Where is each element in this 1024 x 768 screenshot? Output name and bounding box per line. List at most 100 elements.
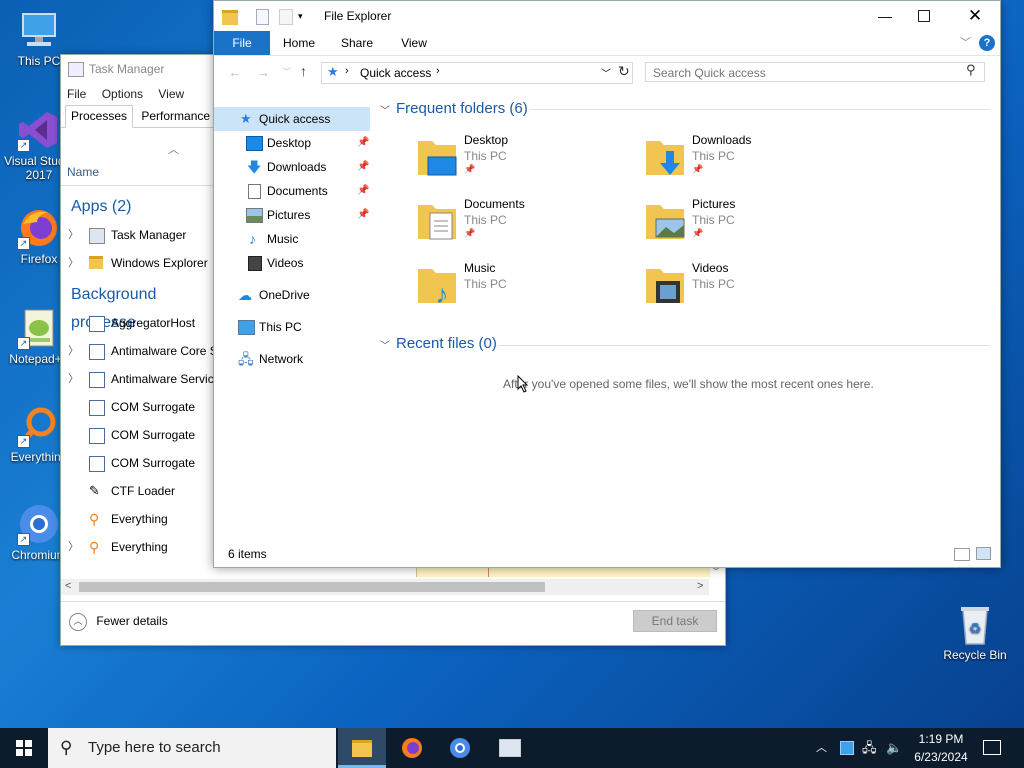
process-row[interactable]: 〉 Antimalware Core S: [61, 337, 221, 365]
details-view-icon[interactable]: [954, 548, 970, 561]
process-row[interactable]: COM Surrogate: [61, 393, 221, 421]
address-bar-row: ← → ﹀ ↑ ★ › Quick access › ﹀ ↻ Search Qu…: [214, 56, 1000, 90]
breadcrumb-quick-access[interactable]: Quick access: [360, 66, 431, 80]
collapse-group-chevron-icon[interactable]: ﹀: [380, 337, 390, 352]
up-arrow-icon[interactable]: ↑: [300, 63, 307, 79]
taskbar-firefox[interactable]: [388, 728, 436, 768]
taskbar-search-box[interactable]: ⚲ Type here to search: [48, 728, 336, 768]
volume-muted-icon[interactable]: 🔈: [886, 728, 902, 768]
nav-item-network[interactable]: 🖧 Network: [214, 347, 370, 371]
folder-name: Downloads: [692, 133, 752, 147]
maximize-button[interactable]: [918, 10, 930, 22]
fewer-details-button[interactable]: ︿ Fewer details: [69, 611, 168, 631]
nav-item-quick-access[interactable]: ★ Quick access: [214, 107, 370, 131]
section-divider: [498, 345, 990, 346]
expand-chevron-icon[interactable]: 〉: [68, 249, 79, 277]
process-row[interactable]: COM Surrogate: [61, 449, 221, 477]
folder-tile-downloads[interactable]: Downloads This PC 📌: [644, 133, 864, 189]
nav-item-documents[interactable]: Documents 📌: [214, 179, 370, 203]
address-bar[interactable]: ★ › Quick access › ﹀: [321, 62, 633, 84]
explorer-titlebar[interactable]: ▾ File Explorer — ✕: [214, 1, 1000, 31]
customize-quick-access-icon[interactable]: ▾: [298, 1, 303, 31]
folder-tile-music[interactable]: ♪ Music This PC: [416, 261, 636, 317]
notification-center-icon[interactable]: [983, 740, 1001, 755]
taskbar-task-manager[interactable]: [486, 728, 534, 768]
folder-tile-pictures[interactable]: Pictures This PC 📌: [644, 197, 864, 253]
recent-files-header[interactable]: Recent files (0): [396, 332, 497, 356]
new-folder-quick-icon[interactable]: [279, 9, 293, 25]
process-row[interactable]: COM Surrogate: [61, 421, 221, 449]
process-row[interactable]: 〉 Task Manager: [61, 221, 221, 249]
nav-item-onedrive[interactable]: ☁ OneDrive: [214, 283, 370, 307]
tab-view[interactable]: View: [392, 31, 436, 55]
expand-chevron-icon[interactable]: 〉: [68, 337, 79, 365]
frequent-folders-header[interactable]: Frequent folders (6): [396, 97, 528, 121]
menu-view[interactable]: View: [158, 87, 184, 101]
column-header-name[interactable]: Name: [67, 165, 99, 179]
refresh-icon[interactable]: ↻: [618, 63, 630, 80]
process-name: Windows Explorer: [111, 256, 208, 270]
end-task-button[interactable]: End task: [633, 610, 717, 632]
nav-item-downloads[interactable]: 🡇 Downloads 📌: [214, 155, 370, 179]
tray-app-icon[interactable]: [840, 741, 854, 755]
notepad-plus-plus-icon: ↗: [17, 306, 61, 350]
clock[interactable]: 1:19 PM 6/23/2024: [906, 730, 976, 766]
nav-item-music[interactable]: ♪ Music: [214, 227, 370, 251]
expand-chevron-icon[interactable]: 〉: [68, 365, 79, 393]
address-dropdown-icon[interactable]: ﹀: [601, 65, 611, 80]
nav-item-videos[interactable]: Videos: [214, 251, 370, 275]
menu-file[interactable]: File: [67, 87, 86, 101]
nav-item-this-pc[interactable]: This PC: [214, 315, 370, 339]
horizontal-scrollbar[interactable]: < >: [61, 579, 709, 595]
folder-tile-documents[interactable]: Documents This PC 📌: [416, 197, 636, 253]
start-button[interactable]: [0, 728, 48, 768]
horizontal-scrollbar-thumb[interactable]: [79, 582, 545, 592]
back-arrow-icon[interactable]: ←: [228, 64, 242, 80]
process-row[interactable]: ✎ CTF Loader: [61, 477, 221, 505]
fewer-details-label: Fewer details: [96, 614, 168, 628]
taskbar-chromium[interactable]: [436, 728, 484, 768]
close-button[interactable]: ✕: [962, 1, 988, 31]
tab-file[interactable]: File: [214, 31, 270, 55]
process-row[interactable]: 〉 Windows Explorer: [61, 249, 221, 277]
forward-arrow-icon[interactable]: →: [256, 64, 270, 80]
expand-chevron-icon[interactable]: 〉: [68, 221, 79, 249]
process-name: COM Surrogate: [111, 428, 196, 442]
nav-item-desktop[interactable]: Desktop 📌: [214, 131, 370, 155]
collapse-group-chevron-icon[interactable]: ﹀: [380, 102, 390, 117]
windows-logo-icon: [16, 740, 32, 756]
tab-home[interactable]: Home: [276, 31, 322, 55]
menu-options[interactable]: Options: [102, 87, 143, 101]
large-icons-view-icon[interactable]: [976, 547, 991, 560]
service-icon: [89, 428, 105, 444]
folder-tile-videos[interactable]: Videos This PC: [644, 261, 864, 317]
status-bar: 6 items: [214, 543, 1000, 565]
tab-performance[interactable]: Performance: [135, 105, 216, 128]
scroll-right-arrow-icon[interactable]: >: [697, 580, 703, 592]
desktop-icon-recycle-bin[interactable]: ♻ Recycle Bin: [938, 602, 1012, 662]
file-explorer-window[interactable]: ▾ File Explorer — ✕ File Home Share View…: [213, 0, 1001, 568]
minimize-button[interactable]: —: [870, 1, 900, 31]
recent-locations-icon[interactable]: ﹀: [282, 65, 291, 78]
nav-item-pictures[interactable]: Pictures 📌: [214, 203, 370, 227]
everything-search-icon: ⚲: [89, 511, 100, 527]
search-input[interactable]: Search Quick access: [645, 62, 985, 82]
folder-tile-desktop[interactable]: Desktop This PC 📌: [416, 133, 636, 189]
help-icon[interactable]: ?: [979, 35, 995, 51]
taskbar-file-explorer[interactable]: [338, 728, 386, 768]
tab-share[interactable]: Share: [334, 31, 380, 55]
shortcut-arrow-icon: ↗: [17, 139, 30, 152]
sort-indicator-icon[interactable]: ︿: [168, 141, 179, 157]
scroll-left-arrow-icon[interactable]: <: [65, 580, 71, 592]
expand-chevron-icon[interactable]: 〉: [68, 533, 79, 561]
process-row[interactable]: ⚲ Everything: [61, 505, 221, 533]
expand-ribbon-icon[interactable]: ﹀: [960, 34, 971, 50]
properties-quick-icon[interactable]: [256, 9, 269, 25]
process-row[interactable]: 〉 ⚲ Everything: [61, 533, 221, 561]
task-manager-icon: [499, 739, 521, 757]
process-row[interactable]: 〉 Antimalware Servic: [61, 365, 221, 393]
network-status-icon[interactable]: 🖧: [862, 728, 877, 768]
process-row[interactable]: AggregatorHost: [61, 309, 221, 337]
tab-processes[interactable]: Processes: [65, 105, 134, 128]
show-hidden-icons-icon[interactable]: ︿: [816, 728, 827, 768]
